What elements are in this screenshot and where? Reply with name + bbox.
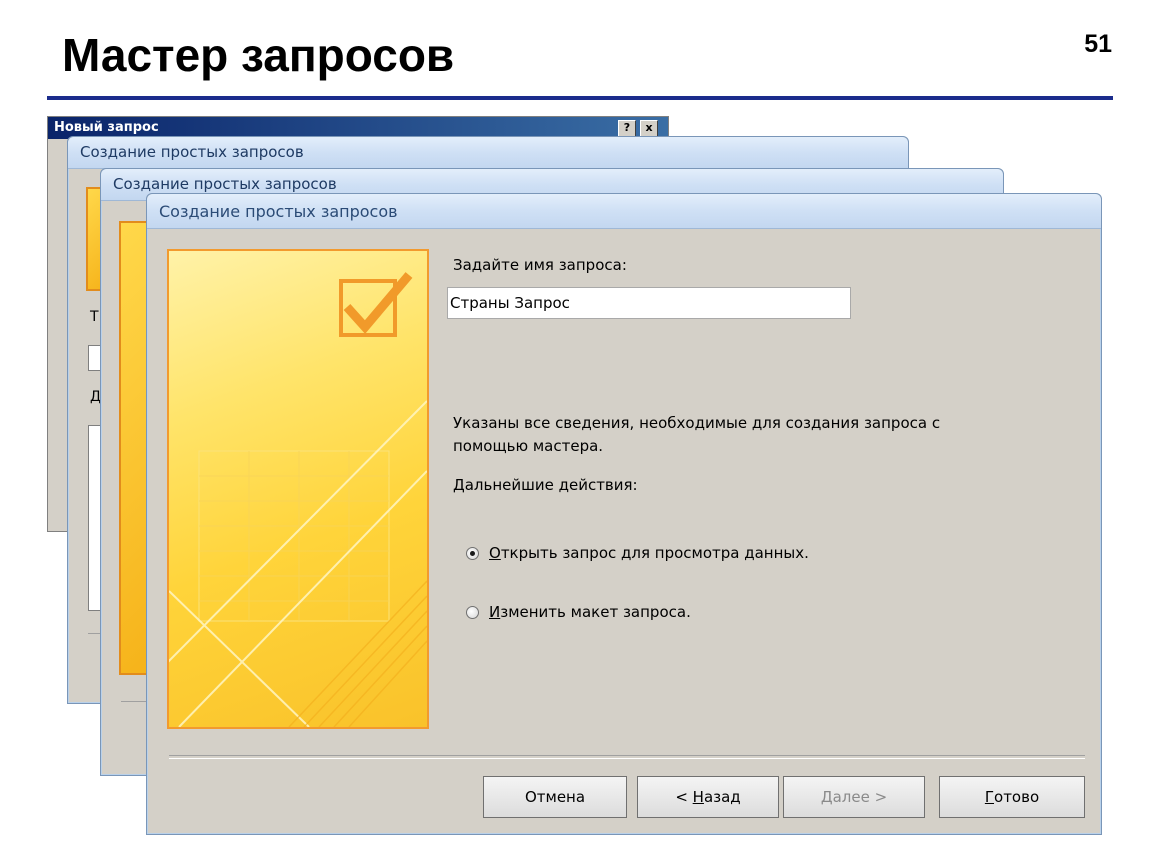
wizard-titlebar: Создание простых запросов [147, 194, 1101, 229]
option-edit-layout-label: Изменить макет запроса. [489, 603, 691, 621]
slide-title: Мастер запросов [62, 29, 455, 81]
ghost-label: Т [90, 309, 99, 325]
slide-number: 51 [1084, 30, 1112, 58]
radio-open-query[interactable] [466, 546, 479, 560]
title-divider [47, 96, 1113, 100]
query-name-input[interactable] [447, 287, 851, 319]
ghost-separator [121, 701, 147, 702]
new-query-title: Новый запрос [54, 120, 159, 135]
wizard-window-final: Создание простых запросов Задайте имя за… [146, 193, 1102, 835]
back-button[interactable]: < Назад [637, 776, 779, 818]
radio-edit-layout[interactable] [466, 605, 479, 619]
wizard-art-panel [167, 249, 429, 729]
wizard-illustration [169, 272, 427, 727]
next-actions-label: Дальнейшие действия: [453, 476, 638, 494]
next-button: Далее > [783, 776, 925, 818]
footer-separator [169, 755, 1085, 759]
close-icon[interactable]: x [640, 120, 658, 137]
option-edit-layout[interactable]: Изменить макет запроса. [466, 603, 691, 621]
info-text-line1: Указаны все сведения, необходимые для со… [453, 414, 941, 432]
option-open-query[interactable]: Открыть запрос для просмотра данных. [466, 544, 809, 562]
cancel-button[interactable]: Отмена [483, 776, 627, 818]
wizard-art-panel [119, 221, 149, 675]
finish-button[interactable]: Готово [939, 776, 1085, 818]
option-open-query-label: Открыть запрос для просмотра данных. [489, 544, 809, 562]
wizard-titlebar: Создание простых запросов [68, 137, 908, 169]
help-icon[interactable]: ? [618, 120, 636, 137]
query-name-label: Задайте имя запроса: [453, 256, 627, 274]
info-text-line2: помощью мастера. [453, 437, 604, 455]
